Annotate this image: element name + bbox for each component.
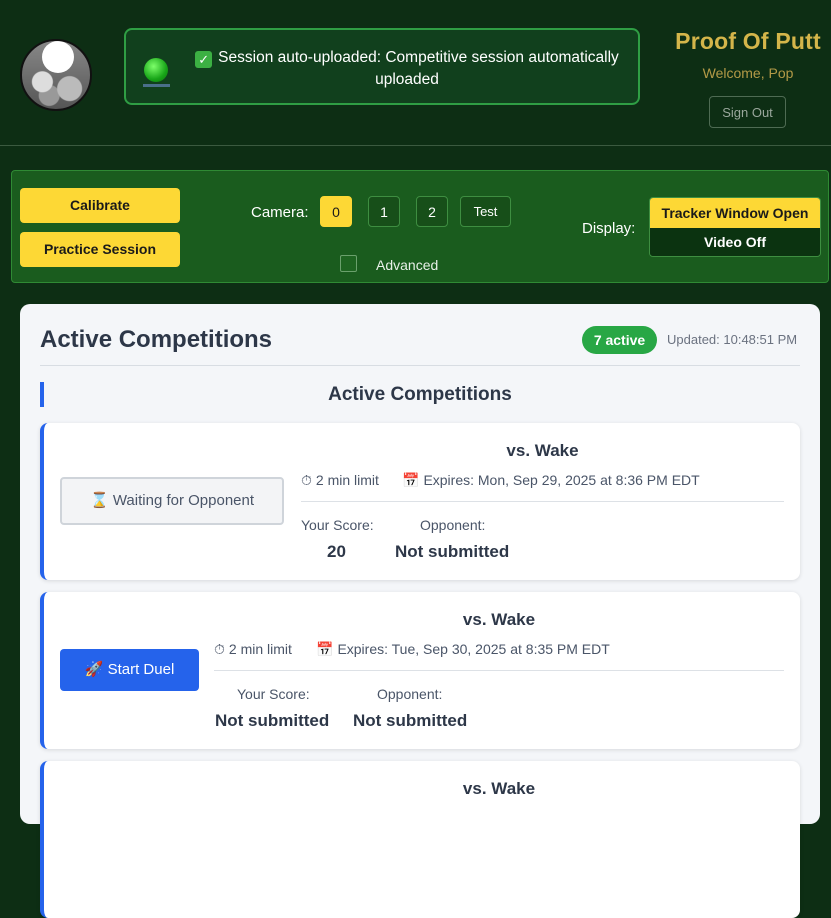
sign-out-button[interactable]: Sign Out [709, 96, 786, 128]
advanced-label: Advanced [376, 257, 439, 273]
app-title: Proof Of Putt [675, 28, 821, 54]
opponent-name: vs. Wake [462, 610, 536, 629]
panel-divider [40, 365, 800, 366]
start-duel-button[interactable]: 🚀 Start Duel [60, 649, 199, 691]
waiting-label: Waiting for Opponent [112, 492, 255, 509]
upload-notification: ✓ Session auto-uploaded: Competitive sess… [124, 28, 640, 105]
expiry: 📅 Expires: Mon, Sep 29, 2025 at 8:36 PM E… [402, 472, 700, 489]
competition-card: 🚀 Start Duel vs. Wake ⏱ 2 min limit 📅 Expi… [40, 592, 800, 749]
opponent-score-label: Opponent: [420, 517, 486, 533]
status-light-icon [144, 58, 168, 82]
practice-session-button[interactable]: Practice Session [20, 232, 180, 267]
advanced-checkbox[interactable] [340, 255, 357, 272]
competition-card: vs. Wake [40, 761, 800, 918]
tracker-window-button[interactable]: Tracker Window Open [650, 198, 820, 228]
golf-ball-icon [42, 41, 74, 73]
calibrate-button[interactable]: Calibrate [20, 188, 180, 223]
hourglass-icon: ⌛ [89, 492, 109, 509]
expiry: 📅 Expires: Tue, Sep 30, 2025 at 8:35 PM E… [316, 641, 610, 658]
header-divider [0, 145, 831, 146]
opponent-score-value: Not submitted [395, 542, 510, 561]
time-limit-text: 2 min limit [315, 472, 379, 488]
time-limit: ⏱ 2 min limit [301, 472, 379, 489]
expiry-text: Expires: Mon, Sep 29, 2025 at 8:36 PM ED… [423, 472, 700, 488]
user-avatar[interactable] [20, 39, 92, 111]
opponent-score-label: Opponent: [377, 686, 443, 702]
display-toggle-group: Tracker Window Open Video Off [649, 197, 821, 257]
your-score-label: Your Score: [237, 686, 310, 702]
updated-timestamp: Updated: 10:48:51 PM [667, 332, 798, 347]
panel-title: Active Competitions [40, 326, 273, 353]
camera-1-button[interactable]: 1 [368, 196, 400, 227]
camera-0-button[interactable]: 0 [320, 196, 352, 227]
welcome-text: Welcome, Pop [702, 65, 794, 81]
opponent-score-value: Not submitted [353, 711, 468, 730]
camera-2-button[interactable]: 2 [416, 196, 448, 227]
time-limit: ⏱ 2 min limit [214, 641, 292, 658]
video-off-button[interactable]: Video Off [650, 228, 820, 256]
stopwatch-icon: ⏱ [214, 641, 225, 657]
section-title: Active Competitions [328, 384, 512, 405]
opponent-name: vs. Wake [462, 779, 536, 798]
notification-text: Session auto-uploaded: Competitive sessi… [218, 49, 619, 88]
expiry-text: Expires: Tue, Sep 30, 2025 at 8:35 PM ED… [337, 641, 610, 657]
brand-block: Proof Of Putt Welcome, Pop [664, 28, 831, 81]
notification-message: ✓ Session auto-uploaded: Competitive sess… [186, 47, 628, 91]
waiting-for-opponent-button[interactable]: ⌛ Waiting for Opponent [60, 477, 284, 525]
start-duel-label: Start Duel [107, 661, 175, 678]
card-divider [301, 501, 784, 502]
camera-label: Camera: [251, 204, 309, 221]
stopwatch-icon: ⏱ [301, 472, 312, 488]
time-limit-text: 2 min limit [228, 641, 292, 657]
calendar-icon: 📅 [316, 641, 334, 657]
display-label: Display: [582, 220, 636, 237]
calendar-icon: 📅 [402, 472, 420, 488]
rocket-icon: 🚀 [84, 661, 104, 678]
status-light-underline [143, 84, 170, 87]
competition-card: ⌛ Waiting for Opponent vs. Wake ⏱ 2 min l… [40, 423, 800, 580]
your-score-label: Your Score: [301, 517, 374, 533]
card-divider [214, 670, 784, 671]
opponent-name: vs. Wake [506, 441, 579, 460]
your-score-value: 20 [327, 542, 346, 561]
your-score-value: Not submitted [215, 711, 330, 730]
control-toolbar: Calibrate Practice Session Camera: 0 1 2… [11, 170, 829, 283]
camera-test-button[interactable]: Test [460, 196, 511, 227]
competitions-panel: Active Competitions 7 active Updated: 10… [20, 304, 820, 918]
check-mark-icon: ✓ [195, 51, 213, 68]
active-count-badge: 7 active [582, 326, 657, 354]
